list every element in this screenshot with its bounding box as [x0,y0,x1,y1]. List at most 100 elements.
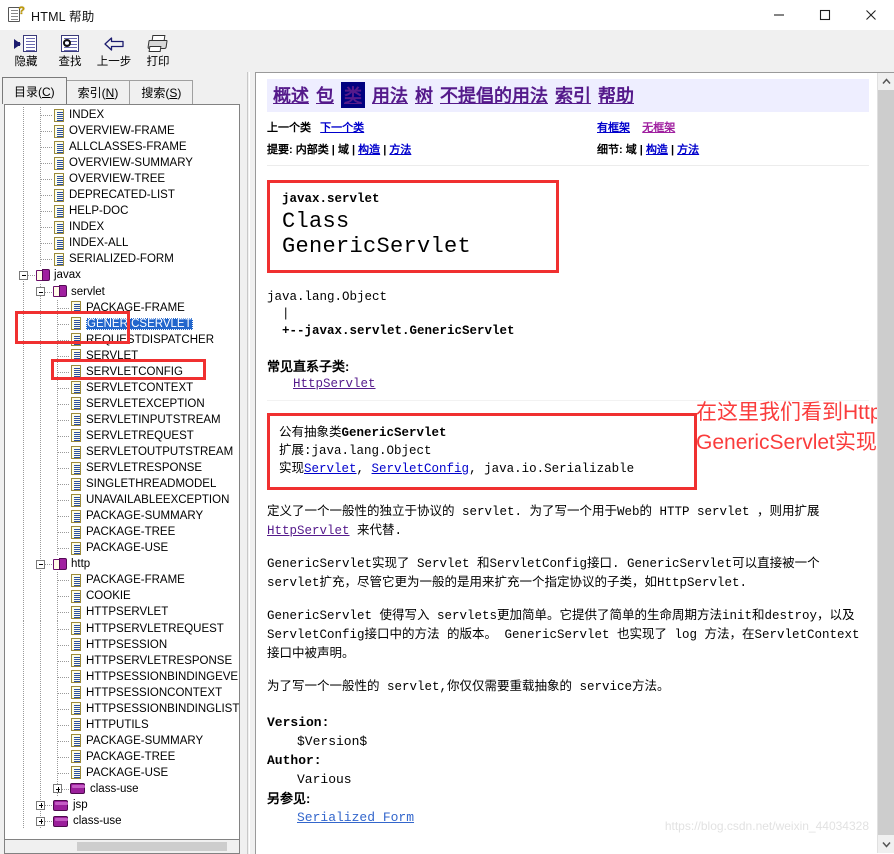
tree-expand-icon[interactable] [36,816,45,826]
nav-tree[interactable]: 树 [415,82,433,108]
tab-contents[interactable]: 目录(C) [2,77,67,104]
tree-item[interactable]: OVERVIEW-TREE [5,171,237,188]
tab-search[interactable]: 搜索(S) [129,80,194,104]
frames-link[interactable]: 有框架 [597,122,630,134]
nav-class[interactable]: 类 [341,82,365,108]
tree-item[interactable]: SERVLETRESPONSE [5,460,237,477]
tree-item[interactable]: PACKAGE-FRAME [5,299,237,316]
tree-item[interactable]: PACKAGE-TREE [5,524,237,541]
summary-method-link[interactable]: 方法 [389,144,411,156]
tree-item[interactable]: SERVLETEXCEPTION [5,395,237,412]
tree-item[interactable]: PACKAGE-SUMMARY [5,508,237,525]
help-document: 概述 包 类 用法 树 不提倡的用法 索引 帮助 上一个类 下一个类 有框架 无… [256,73,877,853]
declaration-line-3: 实现Servlet, ServletConfig, java.io.Serial… [279,460,684,478]
tree-item[interactable]: PACKAGE-FRAME [5,572,237,589]
tree-item[interactable]: SERVLETINPUTSTREAM [5,411,237,428]
content-vscroll-thumb[interactable] [878,90,894,835]
tab-index[interactable]: 索引(N) [65,80,131,104]
tree-expand-icon[interactable] [36,800,45,810]
tree-item[interactable]: http [5,556,237,573]
detail-method-link[interactable]: 方法 [677,144,699,156]
tree-item[interactable]: COOKIE [5,588,237,605]
tree-item[interactable]: HTTPSESSIONCONTEXT [5,684,237,701]
find-button[interactable]: 查找 [48,31,92,71]
next-class-link[interactable]: 下一个类 [320,122,364,134]
tree-item[interactable]: INDEX [5,107,237,124]
tree-item[interactable]: SERVLETREQUEST [5,427,237,444]
close-button[interactable] [848,0,894,30]
nav-use[interactable]: 用法 [372,82,408,108]
tree-item[interactable]: SERIALIZED-FORM [5,251,237,268]
scroll-down-button[interactable] [878,836,894,853]
book-icon [53,799,69,812]
tree-item[interactable]: SERVLETCONTEXT [5,379,237,396]
tree-item[interactable]: SERVLETOUTPUTSTREAM [5,443,237,461]
tree-item-label: http [71,558,91,571]
summary-constructor-link[interactable]: 构造 [358,144,380,156]
tree-item[interactable]: HTTPSERVLETRESPONSE [5,652,237,669]
tree-item[interactable]: HTTPSESSION [5,636,237,653]
tree-item[interactable]: HTTPSERVLETREQUEST [5,620,237,637]
tree-item[interactable]: HELP-DOC [5,203,237,220]
document-icon [70,493,83,507]
tree-item[interactable]: jsp [5,797,237,814]
nav-package[interactable]: 包 [316,82,334,108]
content-vertical-scrollbar[interactable] [877,73,894,853]
noframes-link[interactable]: 无框架 [642,122,675,134]
tree-item[interactable]: HTTPSESSIONBINDINGEVENT [5,668,239,685]
tree-item[interactable]: class-use [5,813,237,830]
minimize-button[interactable] [756,0,802,30]
tree-horizontal-scrollbar[interactable] [4,839,240,854]
tree-hscroll-thumb[interactable] [77,842,227,851]
hide-button[interactable]: 隐藏 [4,31,48,71]
book-icon [53,815,69,828]
httpservlet-body-link[interactable]: HttpServlet [267,524,350,538]
tree-collapse-icon[interactable] [36,287,45,297]
tree-item[interactable]: REQUESTDISPATCHER [5,331,237,348]
print-button[interactable]: 打印 [136,31,180,71]
tree-item[interactable]: INDEX [5,219,237,236]
tree-item[interactable]: HTTPSESSIONBINDINGLISTENER [5,700,239,717]
servletconfig-interface-link[interactable]: ServletConfig [372,462,470,476]
tree-item[interactable]: PACKAGE-USE [5,540,237,557]
tree-item[interactable]: HTTPSERVLET [5,604,237,621]
tree-collapse-icon[interactable] [36,559,45,569]
httpservlet-subclass-link[interactable]: HttpServlet [293,377,376,391]
servlet-interface-link[interactable]: Servlet [304,462,357,476]
tree-item[interactable]: PACKAGE-USE [5,764,237,781]
tree-item[interactable]: PACKAGE-TREE [5,748,237,765]
contents-tree[interactable]: INDEX OVERVIEW-FRAME ALLCLASSES-FRAME OVERV… [4,104,240,854]
tree-item[interactable]: SERVLET [5,347,237,364]
panel-splitter[interactable] [244,72,255,854]
tree-collapse-icon[interactable] [19,270,28,280]
tree-item[interactable]: SINGLETHREADMODEL [5,476,237,493]
tree-item[interactable]: UNAVAILABLEEXCEPTION [5,492,237,509]
tree-item[interactable]: OVERVIEW-FRAME [5,123,237,140]
tree-item[interactable]: OVERVIEW-SUMMARY [5,155,237,172]
scroll-up-button[interactable] [878,73,894,90]
nav-help[interactable]: 帮助 [598,82,634,108]
tree-item[interactable]: servlet [5,283,237,300]
serialized-form-link[interactable]: Serialized Form [297,810,414,825]
nav-index[interactable]: 索引 [555,82,591,108]
nav-deprecated[interactable]: 不提倡的用法 [440,82,548,108]
tree-item[interactable]: GENERICSERVLET [5,315,237,332]
tree-connector [58,756,69,758]
tree-item[interactable]: class-use [5,780,237,798]
maximize-button[interactable] [802,0,848,30]
tree-connector [58,644,69,646]
tree-item[interactable]: ALLCLASSES-FRAME [5,139,237,156]
tree-item[interactable]: PACKAGE-SUMMARY [5,732,237,749]
back-button[interactable]: 上一步 [92,31,136,71]
tree-item[interactable]: SERVLETCONFIG [5,363,237,380]
tree-item[interactable]: DEPRECATED-LIST [5,187,237,204]
tree-item-label: PACKAGE-USE [86,766,169,779]
tree-item[interactable]: HTTPUTILS [5,716,237,733]
back-arrow-icon [102,33,126,55]
nav-overview[interactable]: 概述 [273,82,309,108]
detail-constructor-link[interactable]: 构造 [646,144,668,156]
tree-expand-icon[interactable] [53,784,62,794]
tree-item[interactable]: INDEX-ALL [5,235,237,252]
tree-guide-line [40,700,41,717]
tree-item[interactable]: javax [5,267,237,284]
